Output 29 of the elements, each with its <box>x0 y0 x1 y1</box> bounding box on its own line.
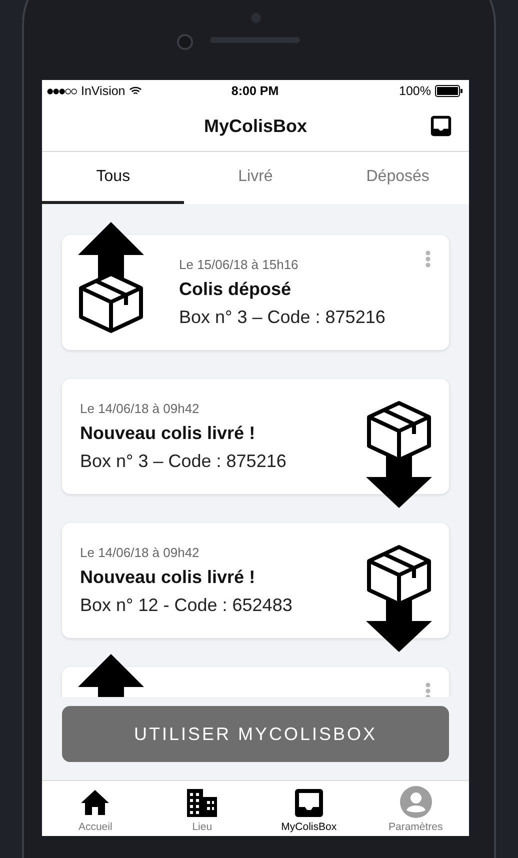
parcel-detail: Box n° 3 – Code : 875216 <box>80 451 286 472</box>
use-mycolisbox-button[interactable]: UTILISER MYCOLISBOX <box>62 706 449 762</box>
parcel-date: Le 14/06/18 à 09h42 <box>80 545 200 560</box>
camera-icon <box>177 34 193 50</box>
parcel-status: Nouveau colis livré ! <box>80 567 256 588</box>
profile-icon <box>400 786 432 818</box>
battery-percent: 100% <box>399 84 431 98</box>
parcel-detail: Box n° 3 – Code : 875216 <box>179 307 386 328</box>
battery-icon <box>435 85 463 97</box>
parcel-down-arrow-icon <box>366 545 432 653</box>
app-title: MyColisBox <box>204 116 308 137</box>
home-icon <box>80 788 110 818</box>
parcel-date: Le 15/06/18 à 15h16 <box>179 257 298 272</box>
inbox-icon <box>294 788 324 818</box>
wifi-icon <box>129 86 142 96</box>
more-options-icon[interactable] <box>425 682 431 697</box>
parcel-up-arrow-icon <box>78 221 144 333</box>
more-options-icon[interactable] <box>425 250 431 268</box>
parcel-status: Colis déposé <box>179 279 292 300</box>
parcel-detail: Box n° 12 - Code : 652483 <box>80 595 292 616</box>
parcel-date: Le 14/06/18 à 09h42 <box>80 401 200 416</box>
signal-icon <box>47 88 77 94</box>
parcel-down-arrow-icon <box>366 401 432 509</box>
parcel-status: Nouveau colis livré ! <box>80 423 256 444</box>
carrier-name: InVision <box>81 84 126 98</box>
inbox-icon <box>430 115 452 137</box>
status-time: 8:00 PM <box>231 84 279 98</box>
building-icon <box>186 788 218 818</box>
inbox-button[interactable] <box>430 115 452 137</box>
